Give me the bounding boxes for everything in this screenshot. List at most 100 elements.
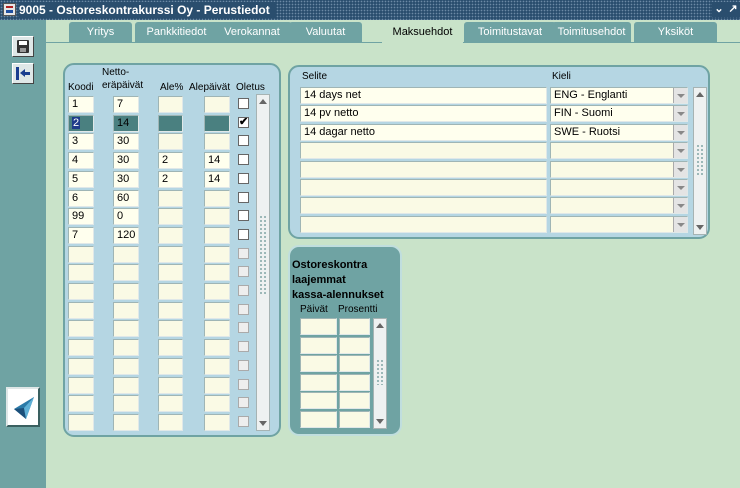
chevron-down-icon[interactable] [673, 216, 687, 232]
selite-field[interactable] [300, 179, 547, 196]
terms-netto-field[interactable] [113, 320, 139, 338]
tab-3[interactable]: Valuutat [289, 22, 362, 43]
kieli-select[interactable]: SWE - Ruotsi [550, 123, 688, 141]
terms-alepaivat-field[interactable]: 14 [204, 170, 230, 188]
kieli-select[interactable] [550, 197, 688, 215]
terms-ale-field[interactable] [158, 96, 183, 113]
terms-koodi-field[interactable] [68, 357, 94, 375]
selite-field[interactable]: 14 days net [300, 87, 547, 104]
kieli-select[interactable]: FIN - Suomi [550, 105, 688, 123]
terms-netto-field[interactable] [113, 376, 139, 394]
terms-alepaivat-field[interactable] [204, 96, 230, 113]
scroll-down-icon[interactable] [258, 417, 268, 429]
discount-days-field[interactable] [300, 392, 337, 410]
terms-netto-field[interactable]: 14 [113, 114, 139, 132]
chevron-down-icon[interactable] [673, 124, 687, 140]
selite-field[interactable]: 14 pv netto [300, 105, 547, 123]
terms-netto-field[interactable]: 60 [113, 189, 139, 207]
terms-ale-field[interactable] [158, 114, 183, 132]
terms-koodi-field[interactable] [68, 376, 94, 394]
discount-percent-field[interactable] [339, 373, 370, 391]
terms-koodi-field[interactable] [68, 320, 94, 338]
kieli-select[interactable] [550, 160, 688, 178]
terms-alepaivat-field[interactable] [204, 339, 230, 357]
terms-koodi-field[interactable]: 1 [68, 96, 94, 113]
tab-5[interactable]: Toimitustavat [464, 22, 556, 43]
terms-netto-field[interactable] [113, 413, 139, 431]
discount-days-field[interactable] [300, 318, 337, 335]
default-checkbox[interactable] [238, 154, 249, 166]
default-checkbox[interactable] [238, 378, 249, 390]
discount-percent-field[interactable] [339, 392, 370, 410]
default-checkbox[interactable] [238, 397, 249, 409]
terms-ale-field[interactable] [158, 413, 183, 431]
default-checkbox[interactable]: ✔ [238, 116, 249, 128]
tab-1[interactable]: Pankkitiedot [135, 22, 218, 43]
kieli-select[interactable] [550, 215, 688, 233]
terms-netto-field[interactable]: 120 [113, 226, 139, 244]
discounts-scrollbar[interactable] [373, 318, 387, 429]
discount-percent-field[interactable] [339, 411, 370, 428]
default-checkbox[interactable] [238, 415, 249, 427]
terms-netto-field[interactable] [113, 339, 139, 357]
scroll-up-icon[interactable] [375, 320, 385, 332]
default-checkbox[interactable] [238, 135, 249, 147]
terms-koodi-field[interactable] [68, 301, 94, 319]
scroll-up-icon[interactable] [258, 96, 268, 108]
terms-ale-field[interactable]: 2 [158, 152, 183, 170]
discount-days-field[interactable] [300, 411, 337, 428]
translations-scrollbar[interactable] [693, 87, 707, 235]
chevron-down-icon[interactable] [673, 88, 687, 103]
discount-days-field[interactable] [300, 336, 337, 354]
terms-netto-field[interactable]: 30 [113, 152, 139, 170]
terms-alepaivat-field[interactable] [204, 189, 230, 207]
terms-alepaivat-field[interactable] [204, 395, 230, 413]
terms-koodi-field[interactable] [68, 264, 94, 282]
discount-percent-field[interactable] [339, 355, 370, 373]
scroll-grip[interactable] [376, 359, 384, 385]
default-checkbox[interactable] [238, 210, 249, 222]
terms-koodi-field[interactable]: 2 [68, 114, 94, 132]
terms-koodi-field[interactable] [68, 395, 94, 413]
terms-ale-field[interactable] [158, 208, 183, 226]
terms-netto-field[interactable]: 0 [113, 208, 139, 226]
default-checkbox[interactable] [238, 172, 249, 184]
terms-koodi-field[interactable]: 4 [68, 152, 94, 170]
chevron-down-icon[interactable] [673, 198, 687, 214]
terms-ale-field[interactable] [158, 301, 183, 319]
terms-netto-field[interactable] [113, 395, 139, 413]
terms-alepaivat-field[interactable] [204, 226, 230, 244]
company-logo-button[interactable] [6, 387, 40, 427]
terms-koodi-field[interactable] [68, 245, 94, 263]
terms-ale-field[interactable]: 2 [158, 170, 183, 188]
kieli-select[interactable]: ENG - Englanti [550, 87, 688, 104]
scroll-down-icon[interactable] [695, 221, 705, 233]
terms-ale-field[interactable] [158, 320, 183, 338]
tab-0[interactable]: Yritys [69, 22, 132, 43]
terms-netto-field[interactable]: 7 [113, 96, 139, 113]
terms-ale-field[interactable] [158, 133, 183, 151]
terms-koodi-field[interactable] [68, 339, 94, 357]
terms-alepaivat-field[interactable] [204, 264, 230, 282]
terms-alepaivat-field[interactable] [204, 114, 230, 132]
terms-alepaivat-field[interactable] [204, 413, 230, 431]
selite-field[interactable]: 14 dagar netto [300, 123, 547, 141]
discount-days-field[interactable] [300, 373, 337, 391]
terms-alepaivat-field[interactable] [204, 133, 230, 151]
terms-netto-field[interactable] [113, 301, 139, 319]
terms-ale-field[interactable] [158, 376, 183, 394]
terms-alepaivat-field[interactable] [204, 208, 230, 226]
terms-alepaivat-field[interactable] [204, 357, 230, 375]
terms-alepaivat-field[interactable] [204, 376, 230, 394]
terms-netto-field[interactable] [113, 283, 139, 300]
default-checkbox[interactable] [238, 98, 249, 109]
default-checkbox[interactable] [238, 247, 249, 259]
maximize-icon[interactable]: ↗ [726, 2, 740, 17]
terms-netto-field[interactable] [113, 264, 139, 282]
terms-alepaivat-field[interactable] [204, 320, 230, 338]
chevron-down-icon[interactable] [673, 180, 687, 195]
terms-koodi-field[interactable] [68, 413, 94, 431]
terms-ale-field[interactable] [158, 189, 183, 207]
terms-koodi-field[interactable]: 7 [68, 226, 94, 244]
scroll-grip[interactable] [696, 144, 704, 176]
